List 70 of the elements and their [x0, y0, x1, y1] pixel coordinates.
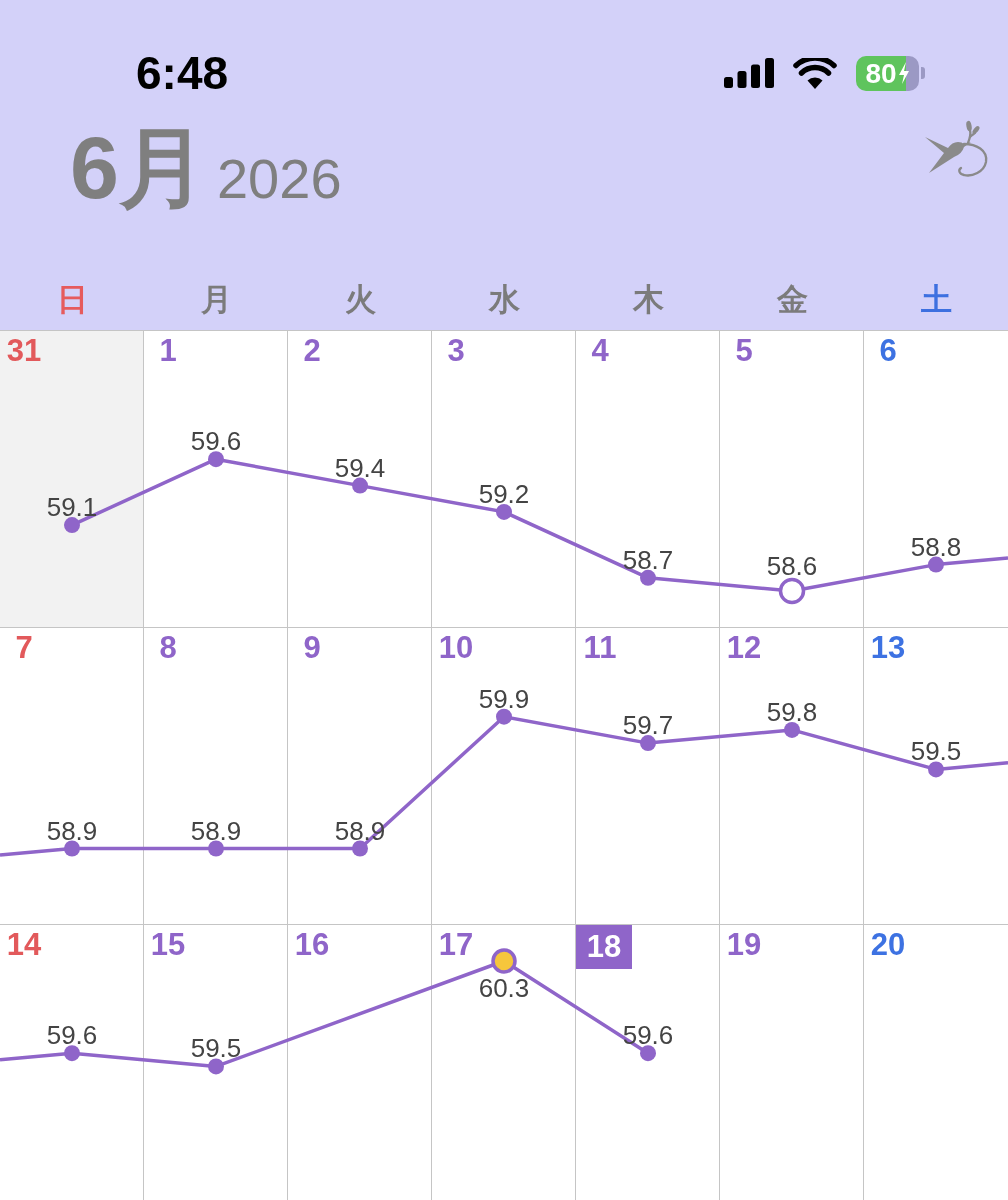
weekday-label: 日 [56, 281, 88, 319]
value-label: 59.2 [478, 478, 530, 509]
date-number: 9 [302, 629, 322, 667]
status-time: 6:48 [136, 50, 229, 96]
value-label: 58.9 [46, 815, 98, 846]
date-number: 20 [869, 926, 907, 964]
value-label: 59.5 [910, 736, 962, 767]
data-point [496, 708, 512, 725]
value-label: 58.6 [766, 551, 818, 581]
value-label: 59.6 [622, 1020, 674, 1051]
data-point [352, 477, 368, 494]
date-number: 19 [725, 926, 763, 964]
data-point [640, 735, 656, 752]
value-label: 58.7 [622, 544, 674, 575]
date-number: 2 [302, 332, 322, 370]
signal-icon [724, 58, 774, 88]
value-label: 59.1 [46, 492, 98, 523]
value-label: 58.9 [190, 815, 242, 846]
value-label: 59.7 [622, 710, 674, 741]
value-label: 59.4 [334, 452, 386, 483]
value-label: 58.8 [910, 531, 962, 562]
data-point [784, 721, 800, 738]
data-point [64, 517, 80, 534]
data-point [64, 840, 80, 857]
date-number: 1 [158, 332, 178, 370]
date-number: 6 [878, 332, 898, 370]
date-number: 15 [149, 926, 187, 964]
battery-percent: 80 [865, 56, 897, 91]
hollow-data-point [778, 577, 806, 605]
data-point [928, 556, 944, 573]
data-point [208, 1058, 224, 1075]
data-point [928, 761, 944, 778]
year-label: 2026 [216, 147, 342, 210]
data-point [208, 451, 224, 468]
date-number: 17 [437, 926, 475, 964]
date-number: 3 [446, 332, 466, 370]
data-point [208, 840, 224, 857]
data-point [64, 1045, 80, 1062]
value-label: 59.8 [766, 696, 818, 727]
value-label: 59.6 [46, 1020, 98, 1051]
date-number: 11 [582, 629, 618, 667]
weekday-label: 火 [344, 281, 376, 319]
value-label: 59.9 [478, 683, 530, 714]
weekday-label: 土 [920, 281, 952, 319]
date-number: 10 [437, 629, 475, 667]
highlighted-data-point [491, 948, 517, 974]
data-point [640, 569, 656, 586]
value-label: 59.6 [190, 426, 242, 457]
value-label: 60.3 [478, 973, 530, 1003]
date-number: 4 [590, 332, 610, 370]
date-number: 7 [14, 629, 34, 667]
data-point [496, 503, 512, 520]
charging-bolt-icon [897, 62, 910, 84]
data-point [640, 1045, 656, 1062]
weekday-label: 木 [632, 281, 664, 319]
date-number: 8 [158, 629, 178, 667]
wifi-icon [793, 57, 837, 89]
month-title: 6月 [70, 118, 207, 217]
date-number: 16 [293, 926, 331, 964]
bird-icon[interactable] [924, 120, 990, 180]
date-number: 14 [5, 926, 43, 964]
date-number: 5 [734, 332, 754, 370]
weekday-label: 金 [776, 281, 808, 319]
weekday-label: 月 [200, 281, 232, 319]
date-number: 12 [725, 629, 763, 667]
date-number: 13 [869, 629, 907, 667]
today-date-number: 18 [576, 925, 632, 969]
weekday-label: 水 [488, 281, 520, 319]
value-label: 59.5 [190, 1033, 242, 1064]
date-number: 31 [5, 332, 43, 370]
